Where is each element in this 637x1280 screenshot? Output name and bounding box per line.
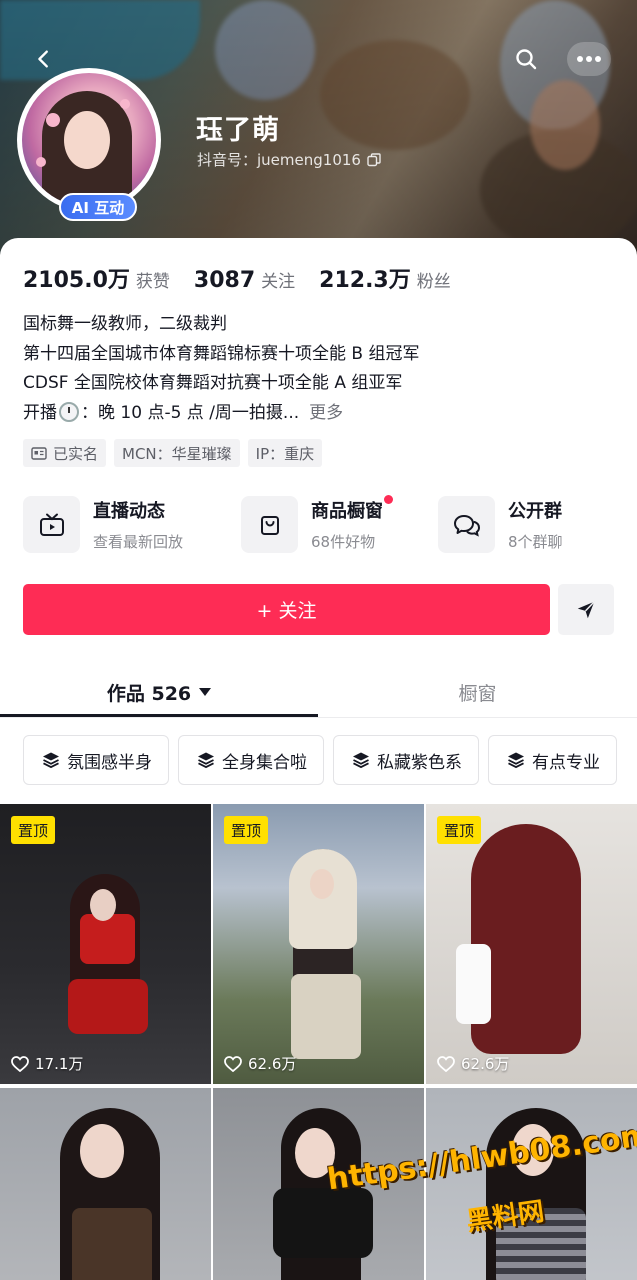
heart-icon: [11, 1055, 29, 1072]
bio-live-schedule: ：晚 10 点-5 点 /周一拍摄...: [81, 402, 300, 423]
stat-followers-label: 粉丝: [416, 272, 451, 292]
bio-line: 开播 ：晚 10 点-5 点 /周一拍摄... 更多: [23, 399, 419, 429]
video-thumbnail[interactable]: [426, 1088, 637, 1280]
video-thumbnail[interactable]: 置顶 62.6万: [213, 804, 424, 1084]
entry-shop-title: 商品橱窗: [311, 495, 393, 523]
tab-showcase[interactable]: 橱窗: [318, 666, 637, 718]
video-likes-count: 17.1万: [35, 1055, 84, 1073]
send-icon: [577, 600, 595, 618]
tv-icon: [23, 496, 80, 553]
entry-shop[interactable]: 商品橱窗 68件好物: [241, 495, 438, 553]
entry-shop-sub: 68件好物: [311, 533, 376, 551]
profile-card: 2105.0万 获赞 3087 关注 212.3万 粉丝 国标舞一级教师，二级裁…: [0, 238, 637, 1280]
search-button[interactable]: [509, 42, 543, 76]
stat-following-label: 关注: [261, 272, 296, 292]
avatar[interactable]: [17, 68, 161, 212]
douyin-id[interactable]: 抖音号：juemeng1016: [197, 149, 381, 170]
pinned-badge: 置顶: [11, 816, 56, 844]
entry-group-title: 公开群: [508, 501, 562, 522]
stat-likes-count: 2105.0万: [23, 268, 130, 293]
entry-live-sub: 查看最新回放: [93, 533, 184, 551]
profile-entries: 直播动态 查看最新回放 商品橱窗 68件好物 公开群 8个群聊: [23, 495, 618, 553]
chip-label: 氛围感半身: [67, 752, 152, 773]
tag-mcn-label: MCN：华星璀璨: [122, 444, 232, 463]
more-dots-icon: [577, 56, 601, 62]
heart-icon: [437, 1055, 455, 1072]
tag-verified[interactable]: 已实名: [23, 439, 107, 467]
chevron-left-icon: [38, 50, 48, 68]
profile-bio[interactable]: 国标舞一级教师，二级裁判 第十四届全国城市体育舞蹈锦标赛十项全能 B 组冠军 C…: [23, 310, 419, 428]
ai-interaction-badge[interactable]: AI 互动: [59, 193, 137, 221]
profile-stats: 2105.0万 获赞 3087 关注 212.3万 粉丝: [23, 262, 475, 294]
pinned-badge: 置顶: [437, 816, 482, 844]
pinned-badge: 置顶: [224, 816, 269, 844]
caret-down-icon: [199, 688, 212, 696]
stat-likes-label: 获赞: [135, 272, 170, 292]
stat-followers-count: 212.3万: [319, 268, 411, 293]
tab-works[interactable]: 作品 526: [0, 666, 318, 718]
bio-line: 国标舞一级教师，二级裁判: [23, 314, 227, 334]
id-card-icon: [31, 446, 47, 460]
notification-dot: [384, 495, 393, 504]
tab-showcase-label: 橱窗: [458, 682, 497, 705]
tag-mcn[interactable]: MCN：华星璀璨: [114, 439, 240, 467]
chip-label: 全身集合啦: [222, 752, 307, 773]
profile-tags: 已实名 MCN：华星璀璨 IP：重庆: [23, 439, 323, 467]
active-tab-indicator: [0, 714, 318, 717]
clock-icon: [59, 401, 79, 422]
copy-icon: [367, 152, 381, 166]
tag-verified-label: 已实名: [53, 444, 99, 463]
chip-collection[interactable]: 私藏紫色系: [333, 735, 479, 785]
more-options-button[interactable]: [567, 42, 611, 76]
stat-following[interactable]: 3087 关注: [194, 267, 295, 293]
chip-label: 有点专业: [532, 752, 600, 773]
bio-more-link[interactable]: 更多: [309, 403, 343, 423]
bio-line: CDSF 全国院校体育舞蹈对抗赛十项全能 A 组亚军: [23, 373, 403, 393]
video-thumbnail[interactable]: 置顶 17.1万: [0, 804, 211, 1084]
tab-works-label: 作品 526: [106, 682, 192, 705]
video-likes: 62.6万: [224, 1053, 296, 1074]
bio-line: 第十四届全国城市体育舞蹈锦标赛十项全能 B 组冠军: [23, 343, 420, 364]
video-likes: 17.1万: [11, 1053, 83, 1074]
chip-label: 私藏紫色系: [377, 752, 462, 773]
share-button[interactable]: [558, 584, 614, 635]
douyin-id-text: 抖音号：juemeng1016: [197, 151, 361, 169]
content-tabs: 作品 526 橱窗: [0, 666, 637, 718]
chip-collection[interactable]: 全身集合啦: [178, 735, 324, 785]
stat-likes[interactable]: 2105.0万 获赞: [23, 262, 170, 294]
stat-followers[interactable]: 212.3万 粉丝: [319, 262, 451, 294]
layers-icon: [508, 752, 524, 769]
chip-collection[interactable]: 氛围感半身: [23, 735, 169, 785]
entry-live[interactable]: 直播动态 查看最新回放: [23, 496, 241, 553]
follow-button[interactable]: + 关注: [23, 584, 550, 635]
tag-ip-label: IP：重庆: [255, 444, 315, 463]
bag-icon: [241, 496, 298, 553]
video-likes-count: 62.6万: [248, 1055, 297, 1073]
video-thumbnail[interactable]: [0, 1088, 211, 1280]
layers-icon: [353, 752, 369, 769]
heart-icon: [224, 1055, 242, 1072]
chat-icon: [438, 496, 495, 553]
avatar-image: [22, 73, 156, 207]
layers-icon: [43, 752, 59, 769]
chip-collection[interactable]: 有点专业: [488, 735, 617, 785]
collection-chips: 氛围感半身 全身集合啦 私藏紫色系 有点专业: [23, 735, 617, 785]
video-likes: 62.6万: [437, 1053, 509, 1074]
back-button[interactable]: [27, 42, 61, 76]
entry-group[interactable]: 公开群 8个群聊: [438, 496, 618, 553]
entry-live-title: 直播动态: [93, 501, 165, 522]
stat-following-count: 3087: [193, 268, 256, 293]
tag-ip: IP：重庆: [247, 439, 323, 467]
video-thumbnail[interactable]: 置顶 62.6万: [426, 804, 637, 1084]
layers-icon: [198, 752, 214, 769]
profile-nickname: 珏了萌: [196, 115, 280, 146]
bio-live-prefix: 开播: [23, 402, 57, 423]
video-likes-count: 62.6万: [461, 1055, 510, 1073]
entry-group-sub: 8个群聊: [508, 533, 563, 551]
search-icon: [516, 49, 537, 70]
